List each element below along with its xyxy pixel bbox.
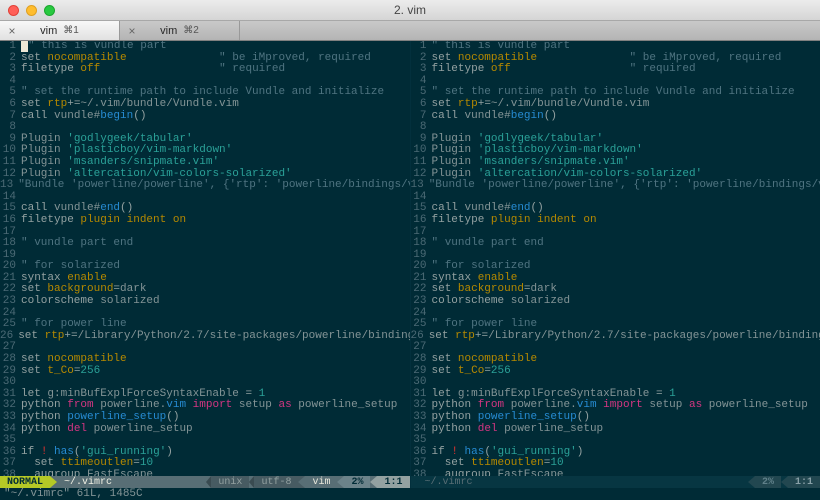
line-text: set rtp+=/Library/Python/2.7/site-packag… [429,331,820,343]
line-number: 16 [411,215,432,227]
line-text: set rtp+=/Library/Python/2.7/site-packag… [18,331,409,343]
code-line[interactable]: 16filetype plugin indent on [0,215,410,227]
code-line[interactable]: 7call vundle#begin() [411,111,820,123]
left-pane[interactable]: 1" this is vundle part2set nocompatible … [0,41,411,488]
line-text: call vundle#begin() [432,111,820,123]
zoom-window-icon[interactable] [44,5,55,16]
line-number: 28 [411,354,432,366]
tab-shortcut: ⌘1 [63,25,79,36]
line-text: " vundle part end [432,238,820,250]
line-text: "Bundle 'powerline/powerline', {'rtp': '… [429,180,820,192]
status-filetype: vim [305,476,337,488]
separator-icon [370,476,377,488]
line-number: 33 [411,412,432,424]
line-text: colorscheme solarized [21,296,410,308]
editor-area: 1" this is vundle part2set nocompatible … [0,41,820,488]
terminal-tab-2[interactable]: × vim ⌘2 [120,21,240,40]
code-line[interactable]: 7call vundle#begin() [0,111,410,123]
line-text: filetype plugin indent on [21,215,410,227]
line-text: python del powerline_setup [21,424,410,436]
cursor-icon [21,41,28,52]
separator-icon [337,476,344,488]
close-window-icon[interactable] [8,5,19,16]
line-text: filetype off " required [432,64,820,76]
status-position: 1:1 [788,476,820,488]
window-title: 2. vim [394,3,426,17]
line-number: 13 [411,180,429,192]
line-number: 11 [0,157,21,169]
status-percent: 2% [755,476,781,488]
line-number: 11 [411,157,432,169]
status-filename: ~/.vimrc [57,476,206,488]
line-text: colorscheme solarized [432,296,820,308]
line-text: "Bundle 'powerline/powerline', {'rtp': '… [18,180,409,192]
code-line[interactable]: 26set rtp+=/Library/Python/2.7/site-pack… [0,331,410,343]
line-number: 16 [0,215,21,227]
status-filename: ~/.vimrc [418,476,748,488]
tab-label: vim [40,25,57,37]
line-text: filetype off " required [21,64,410,76]
tab-bar: × vim ⌘1 × vim ⌘2 [0,21,820,41]
traffic-lights [8,5,55,16]
status-fileformat: unix [211,476,249,488]
line-text: set t_Co=256 [21,366,410,378]
tab-label: vim [160,25,177,37]
code-line[interactable]: 23colorscheme solarized [411,296,820,308]
code-line[interactable]: 34python del powerline_setup [411,424,820,436]
line-number: 28 [0,354,21,366]
right-pane[interactable]: 1" this is vundle part2set nocompatible … [411,41,820,488]
line-text: " vundle part end [21,238,410,250]
line-number: 13 [0,180,18,192]
line-number: 33 [0,412,21,424]
code-view-right[interactable]: 1" this is vundle part2set nocompatible … [411,41,820,476]
close-tab-icon[interactable]: × [126,25,138,37]
minimize-window-icon[interactable] [26,5,37,16]
command-line[interactable]: "~/.vimrc" 61L, 1485C [0,488,820,500]
code-line[interactable]: 29set t_Co=256 [0,366,410,378]
status-position: 1:1 [377,476,409,488]
code-line[interactable]: 16filetype plugin indent on [411,215,820,227]
code-line[interactable]: 23colorscheme solarized [0,296,410,308]
separator-icon [411,476,418,488]
line-number: 1 [0,41,21,53]
code-line[interactable]: 3filetype off " required [411,64,820,76]
terminal-tab-1[interactable]: × vim ⌘1 [0,21,120,40]
code-line[interactable]: 13"Bundle 'powerline/powerline', {'rtp':… [0,180,410,192]
status-percent: 2% [344,476,370,488]
status-encoding: utf-8 [254,476,298,488]
line-number: 18 [0,238,21,250]
code-line[interactable]: 18" vundle part end [0,238,410,250]
separator-icon [50,476,57,488]
line-text: python del powerline_setup [432,424,820,436]
separator-icon [748,476,755,488]
code-view-left[interactable]: 1" this is vundle part2set nocompatible … [0,41,410,476]
code-line[interactable]: 3filetype off " required [0,64,410,76]
separator-icon [781,476,788,488]
close-tab-icon[interactable]: × [6,25,18,37]
code-line[interactable]: 18" vundle part end [411,238,820,250]
line-number: 18 [411,238,432,250]
status-mode: NORMAL [0,476,50,488]
line-number: 1 [411,41,432,53]
statusline-left: NORMAL ~/.vimrc unix utf-8 vim 2% 1:1 [0,476,410,488]
window-titlebar: 2. vim [0,0,820,21]
line-number: 8 [411,122,432,134]
code-line[interactable]: 13"Bundle 'powerline/powerline', {'rtp':… [411,180,820,192]
code-line[interactable]: 29set t_Co=256 [411,366,820,378]
line-text: set t_Co=256 [432,366,820,378]
line-number: 6 [0,99,21,111]
line-number: 23 [411,296,432,308]
line-number: 8 [0,122,21,134]
line-text: call vundle#begin() [21,111,410,123]
line-number: 23 [0,296,21,308]
code-line[interactable]: 34python del powerline_setup [0,424,410,436]
line-number: 6 [411,99,432,111]
code-line[interactable]: 26set rtp+=/Library/Python/2.7/site-pack… [411,331,820,343]
separator-icon [298,476,305,488]
statusline-right: ~/.vimrc 2% 1:1 [411,476,820,488]
line-text: filetype plugin indent on [432,215,820,227]
tab-shortcut: ⌘2 [183,25,199,36]
